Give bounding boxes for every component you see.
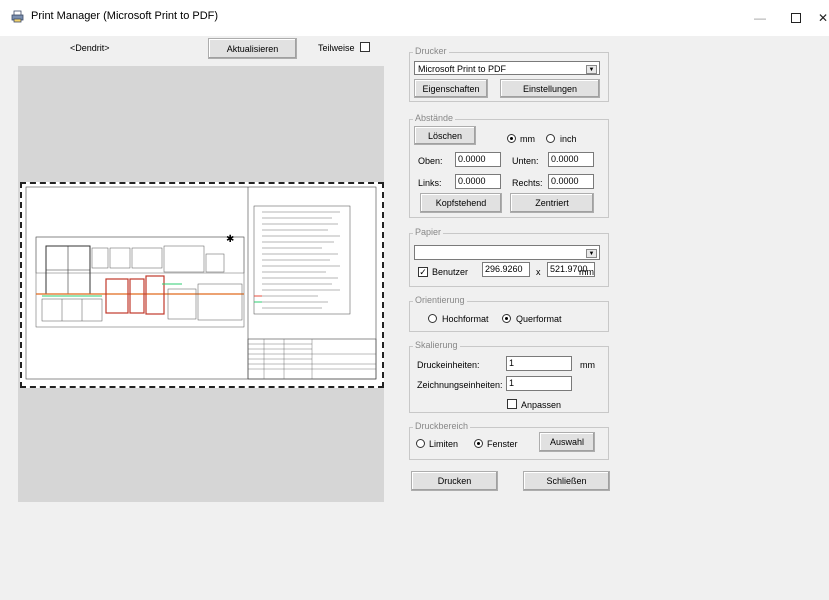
custom-paper-checkbox[interactable]: ✓ [418, 267, 428, 277]
printer-properties-button[interactable]: Eigenschaften [414, 79, 488, 98]
paper-group-label: Papier [413, 227, 444, 237]
partial-label: Teilweise [318, 43, 355, 53]
partial-checkbox[interactable] [360, 42, 370, 52]
print-button[interactable]: Drucken [411, 471, 498, 491]
window-label: Fenster [487, 439, 518, 449]
margin-top-input[interactable]: 0.0000 [455, 152, 501, 167]
orientation-group-label: Orientierung [413, 295, 467, 305]
paper-width-input[interactable]: 296.9260 [482, 262, 530, 277]
drawing-preview: ✱ [25, 186, 377, 380]
fit-checkbox[interactable] [507, 399, 517, 409]
margin-right-label: Rechts: [512, 178, 543, 188]
margin-left-input[interactable]: 0.0000 [455, 174, 501, 189]
limits-label: Limiten [429, 439, 459, 449]
unit-inch-label: inch [560, 134, 577, 144]
custom-paper-label: Benutzer [432, 267, 469, 277]
margin-bottom-label: Unten: [512, 156, 539, 166]
paper-unit-label: mm [579, 267, 594, 277]
margin-top-label: Oben: [418, 156, 443, 166]
scaling-group-label: Skalierung [413, 340, 460, 350]
unit-mm-radio[interactable] [507, 134, 516, 143]
close-window-button[interactable]: ✕ [800, 0, 829, 36]
drawing-units-input[interactable]: 1 [506, 376, 572, 391]
margin-bottom-input[interactable]: 0.0000 [548, 152, 594, 167]
printer-select[interactable]: Microsoft Print to PDF ▼ [414, 61, 600, 75]
limits-radio[interactable] [416, 439, 425, 448]
chevron-down-icon[interactable]: ▼ [586, 65, 597, 74]
clear-margins-button[interactable]: Löschen [414, 126, 476, 145]
refresh-button[interactable]: Aktualisieren [208, 38, 297, 59]
margins-group-label: Abstände [413, 113, 456, 123]
print-units-label: Druckeinheiten: [417, 360, 480, 370]
center-button[interactable]: Zentriert [510, 193, 594, 213]
printer-settings-button[interactable]: Einstellungen [500, 79, 600, 98]
print-units-input[interactable]: 1 [506, 356, 572, 371]
portrait-label: Hochformat [442, 314, 489, 324]
landscape-label: Querformat [516, 314, 562, 324]
window-radio[interactable] [474, 439, 483, 448]
print-area-group-label: Druckbereich [413, 421, 471, 431]
title-bar: Print Manager (Microsoft Print to PDF) —… [0, 0, 829, 36]
print-units-unit: mm [580, 360, 595, 370]
preview-sheet: ✱ [20, 182, 384, 388]
upside-down-button[interactable]: Kopfstehend [420, 193, 502, 213]
paper-select[interactable]: ▼ [414, 245, 600, 260]
drawing-units-label: Zeichnungseinheiten: [417, 380, 503, 390]
margin-right-input[interactable]: 0.0000 [548, 174, 594, 189]
landscape-radio[interactable] [502, 314, 511, 323]
unit-inch-radio[interactable] [546, 134, 555, 143]
chevron-down-icon[interactable]: ▼ [586, 249, 597, 258]
close-button[interactable]: Schließen [523, 471, 610, 491]
printer-select-value: Microsoft Print to PDF [418, 64, 507, 74]
printer-app-icon [11, 10, 24, 23]
paper-group [409, 233, 609, 287]
layer-label: <Dendrit> [70, 43, 110, 53]
margin-left-label: Links: [418, 178, 442, 188]
printer-group-label: Drucker [413, 46, 449, 56]
unit-mm-label: mm [520, 134, 535, 144]
window-title: Print Manager (Microsoft Print to PDF) [31, 10, 219, 22]
portrait-radio[interactable] [428, 314, 437, 323]
fit-label: Anpassen [521, 400, 562, 410]
paper-times-label: x [536, 267, 541, 277]
selection-button[interactable]: Auswahl [539, 432, 595, 452]
svg-text:✱: ✱ [226, 234, 234, 245]
